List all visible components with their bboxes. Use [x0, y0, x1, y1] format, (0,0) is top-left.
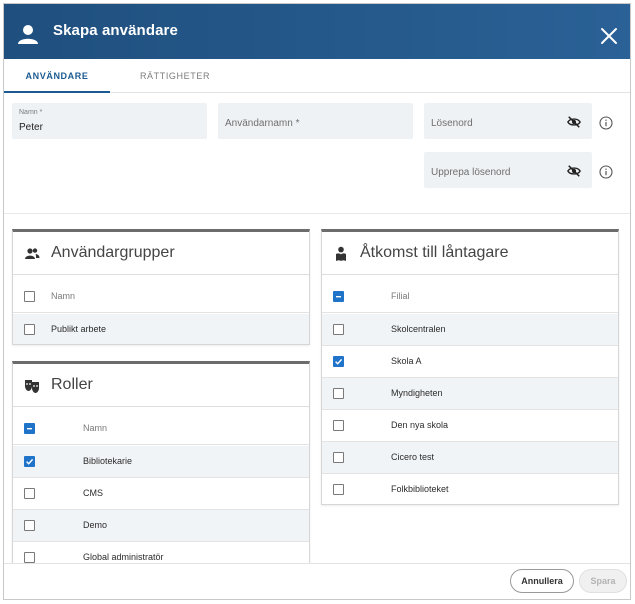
user-groups-title: Användargrupper — [51, 244, 175, 261]
column-header-name: Namn — [51, 291, 76, 301]
name-field[interactable]: Namn * Peter — [12, 103, 207, 139]
row-label: Den nya skola — [391, 420, 449, 430]
section-divider — [4, 213, 630, 214]
username-field[interactable]: Användarnamn * — [218, 103, 413, 139]
row-checkbox[interactable] — [333, 452, 344, 463]
row-checkbox[interactable] — [24, 552, 35, 563]
user-icon — [18, 25, 38, 44]
row-label: Global administratör — [83, 552, 164, 562]
select-all-checkbox[interactable] — [333, 291, 344, 302]
row-checkbox[interactable] — [333, 388, 344, 399]
table-row[interactable]: Skola A — [322, 346, 618, 378]
select-all-checkbox[interactable] — [24, 291, 35, 302]
info-icon[interactable] — [599, 165, 613, 179]
eye-off-icon[interactable] — [567, 164, 581, 178]
create-user-dialog: Skapa användare ANVÄNDARE RÄTTIGHETER Na… — [3, 3, 631, 600]
row-checkbox[interactable] — [24, 456, 35, 467]
tab-bar: ANVÄNDARE RÄTTIGHETER — [4, 59, 630, 93]
table-row[interactable]: Publikt arbete — [13, 314, 309, 344]
row-checkbox[interactable] — [333, 484, 344, 495]
name-field-value: Peter — [19, 122, 43, 133]
username-placeholder: Användarnamn * — [225, 118, 300, 129]
row-checkbox[interactable] — [24, 324, 35, 335]
eye-off-icon[interactable] — [567, 115, 581, 129]
panel-divider — [322, 274, 618, 275]
row-checkbox[interactable] — [333, 420, 344, 431]
row-label: Myndigheten — [391, 388, 443, 398]
row-label: Bibliotekarie — [83, 456, 133, 466]
masks-icon — [25, 380, 39, 393]
row-label: Skola A — [391, 356, 422, 366]
dialog-header: Skapa användare — [4, 4, 630, 59]
row-label: Cicero test — [391, 452, 435, 462]
reader-icon — [336, 246, 346, 261]
repeat-password-field[interactable]: Upprepa lösenord — [424, 152, 592, 188]
roles-panel: Roller Namn Bibliotekarie CMS Demo Globa… — [12, 361, 310, 571]
user-groups-panel: Användargrupper Namn Publikt arbete — [12, 229, 310, 345]
table-row[interactable]: Den nya skola — [322, 410, 618, 442]
row-checkbox[interactable] — [24, 488, 35, 499]
table-row[interactable]: Demo — [13, 510, 309, 542]
table-header-row: Namn — [13, 413, 309, 445]
row-label: Skolcentralen — [391, 324, 446, 334]
info-icon[interactable] — [599, 116, 613, 130]
save-button[interactable]: Spara — [579, 569, 627, 593]
borrower-access-panel: Åtkomst till låntagare Filial Skolcentra… — [321, 229, 619, 505]
password-placeholder: Lösenord — [431, 118, 473, 129]
row-label: CMS — [83, 488, 103, 498]
select-all-checkbox[interactable] — [24, 423, 35, 434]
name-field-label: Namn * — [19, 109, 43, 116]
row-checkbox[interactable] — [24, 520, 35, 531]
tab-users[interactable]: ANVÄNDARE — [4, 59, 110, 93]
table-header-row: Namn — [13, 281, 309, 313]
table-row[interactable]: Cicero test — [322, 442, 618, 474]
table-row[interactable]: Skolcentralen — [322, 314, 618, 346]
row-checkbox[interactable] — [333, 356, 344, 367]
close-icon[interactable] — [599, 26, 619, 46]
dialog-title: Skapa användare — [53, 22, 178, 39]
roles-title: Roller — [51, 376, 93, 393]
row-checkbox[interactable] — [333, 324, 344, 335]
table-row[interactable]: Myndigheten — [322, 378, 618, 410]
repeat-password-placeholder: Upprepa lösenord — [431, 167, 511, 178]
panel-divider — [13, 406, 309, 407]
password-field[interactable]: Lösenord — [424, 103, 592, 139]
table-row[interactable]: Bibliotekarie — [13, 446, 309, 478]
group-icon — [25, 248, 40, 259]
row-label: Demo — [83, 520, 108, 530]
table-row[interactable]: CMS — [13, 478, 309, 510]
panel-divider — [13, 274, 309, 275]
tab-permissions[interactable]: RÄTTIGHETER — [110, 59, 240, 93]
row-label: Publikt arbete — [51, 324, 107, 334]
borrower-access-title: Åtkomst till låntagare — [360, 244, 509, 261]
column-header-name: Namn — [83, 423, 108, 433]
column-header-branch: Filial — [391, 291, 410, 301]
table-row[interactable]: Folkbiblioteket — [322, 474, 618, 504]
dialog-footer: Annullera Spara — [4, 563, 630, 599]
cancel-button[interactable]: Annullera — [510, 569, 574, 593]
table-header-row: Filial — [322, 281, 618, 313]
row-label: Folkbiblioteket — [391, 484, 449, 494]
